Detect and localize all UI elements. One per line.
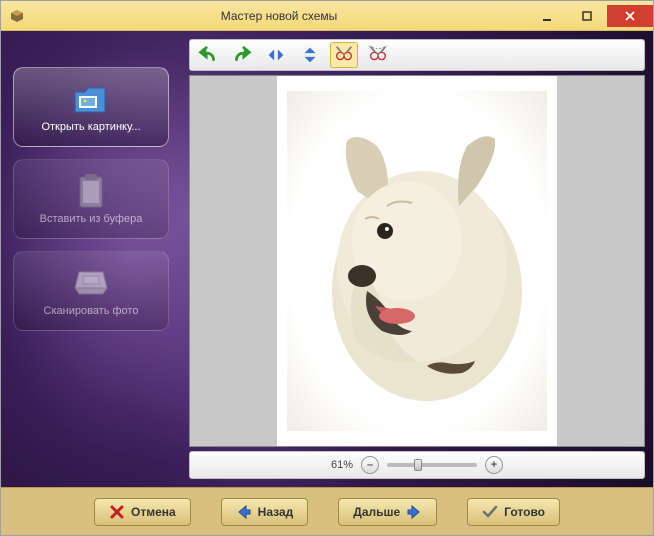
back-label: Назад bbox=[258, 505, 294, 519]
cancel-label: Отмена bbox=[131, 505, 176, 519]
finish-label: Готово bbox=[504, 505, 545, 519]
cancel-icon bbox=[109, 504, 125, 520]
crop-button[interactable] bbox=[330, 42, 358, 68]
scan-label: Сканировать фото bbox=[44, 305, 139, 317]
cut-button[interactable] bbox=[364, 42, 392, 68]
next-button[interactable]: Дальше bbox=[338, 498, 437, 526]
zoom-slider[interactable] bbox=[387, 463, 477, 467]
app-icon bbox=[9, 8, 25, 24]
window-title: Мастер новой схемы bbox=[31, 9, 527, 23]
rotate-right-button[interactable] bbox=[228, 42, 256, 68]
clipboard-icon bbox=[71, 173, 111, 209]
flip-vertical-button[interactable] bbox=[296, 42, 324, 68]
zoom-thumb[interactable] bbox=[414, 459, 422, 471]
minimize-button[interactable] bbox=[527, 5, 567, 27]
wizard-window: Мастер новой схемы Открыть картинку... В… bbox=[0, 0, 654, 536]
rotate-left-button[interactable] bbox=[194, 42, 222, 68]
maximize-button[interactable] bbox=[567, 5, 607, 27]
canvas-area[interactable] bbox=[189, 75, 645, 447]
zoom-in-button[interactable]: + bbox=[485, 456, 503, 474]
canvas-image bbox=[277, 76, 557, 446]
scanner-icon bbox=[71, 265, 111, 301]
titlebar: Мастер новой схемы bbox=[1, 1, 653, 31]
scan-button[interactable]: Сканировать фото bbox=[13, 251, 169, 331]
zoom-label: 61% bbox=[331, 459, 353, 471]
content-area: Открыть картинку... Вставить из буфера С… bbox=[1, 31, 653, 487]
open-image-label: Открыть картинку... bbox=[41, 121, 140, 133]
zoom-out-button[interactable]: – bbox=[361, 456, 379, 474]
open-image-button[interactable]: Открыть картинку... bbox=[13, 67, 169, 147]
flip-horizontal-button[interactable] bbox=[262, 42, 290, 68]
toolbar bbox=[189, 39, 645, 71]
finish-button[interactable]: Готово bbox=[467, 498, 560, 526]
footer: Отмена Назад Дальше Готово bbox=[1, 487, 653, 535]
folder-image-icon bbox=[71, 81, 111, 117]
paste-label: Вставить из буфера bbox=[40, 213, 143, 225]
next-label: Дальше bbox=[353, 505, 400, 519]
close-button[interactable] bbox=[607, 5, 653, 27]
window-controls bbox=[527, 5, 653, 27]
check-icon bbox=[482, 504, 498, 520]
sidebar: Открыть картинку... Вставить из буфера С… bbox=[1, 31, 181, 487]
arrow-right-icon bbox=[406, 504, 422, 520]
arrow-left-icon bbox=[236, 504, 252, 520]
cancel-button[interactable]: Отмена bbox=[94, 498, 191, 526]
paste-button[interactable]: Вставить из буфера bbox=[13, 159, 169, 239]
main-panel: 61% – + bbox=[181, 31, 653, 487]
back-button[interactable]: Назад bbox=[221, 498, 309, 526]
zoom-bar: 61% – + bbox=[189, 451, 645, 479]
